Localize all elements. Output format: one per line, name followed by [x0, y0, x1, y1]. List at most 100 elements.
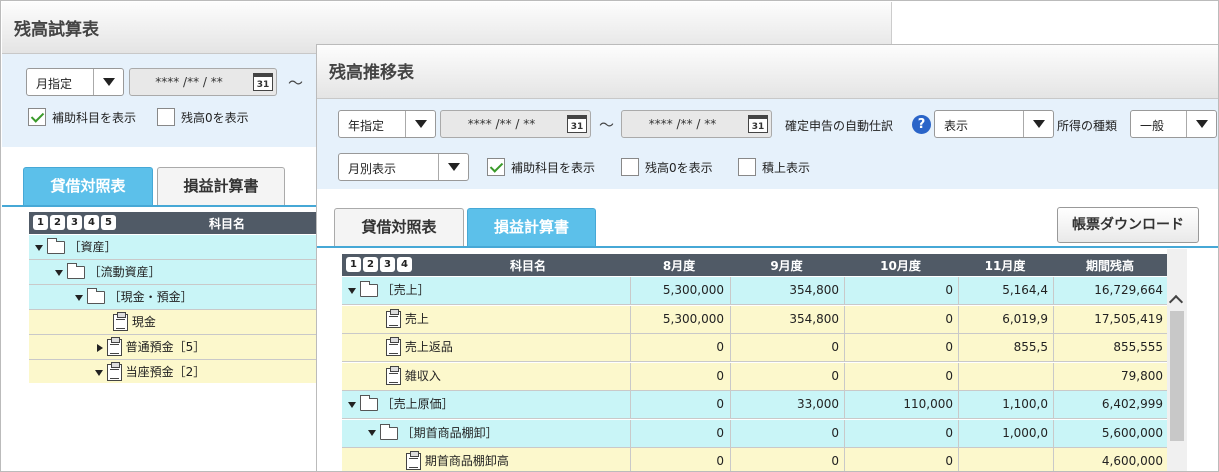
table-row[interactable]: 雑収入 0 0 0 79,800: [342, 362, 1167, 391]
folder-icon: [86, 288, 105, 304]
tree-row[interactable]: ［資産］: [29, 235, 319, 260]
calendar-icon[interactable]: 31: [253, 73, 273, 91]
show-cumulative-checkbox[interactable]: 積上表示: [738, 158, 810, 176]
row-value: 0: [630, 448, 728, 471]
folder-icon: [46, 238, 65, 254]
level-3-button[interactable]: 3: [380, 257, 395, 272]
collapse-icon[interactable]: [95, 369, 103, 376]
date-from-input[interactable]: **** /** / ** 31: [440, 110, 591, 138]
vertical-scrollbar[interactable]: [1167, 249, 1187, 471]
row-label: 期首商品棚卸高: [424, 454, 509, 468]
row-value: 0: [730, 362, 843, 390]
row-value: 5,300,000: [630, 277, 728, 304]
row-value: 5,164,4: [958, 277, 1052, 304]
level-2-button[interactable]: 2: [50, 215, 65, 230]
row-label: 売上返品: [404, 340, 453, 354]
show-cumulative-label: 積上表示: [762, 160, 811, 175]
folder-icon: [379, 423, 398, 440]
calendar-icon[interactable]: 31: [567, 115, 587, 133]
period-type-select[interactable]: 月指定: [26, 68, 124, 96]
date-to-value: **** /** / **: [648, 117, 717, 131]
row-value: 0: [730, 334, 843, 361]
ledger-icon: [386, 365, 401, 385]
ledger-icon: [113, 312, 128, 331]
income-type-select[interactable]: 一般: [1130, 110, 1217, 138]
ledger-icon: [386, 337, 401, 356]
collapse-icon[interactable]: [348, 401, 356, 408]
tree-row[interactable]: 当座預金［2］: [29, 360, 319, 383]
level-4-button[interactable]: 4: [84, 215, 99, 230]
calendar-icon[interactable]: 31: [748, 115, 768, 133]
level-3-button[interactable]: 3: [67, 215, 82, 230]
chevron-down-icon: [93, 69, 123, 95]
row-value: 0: [844, 334, 957, 361]
tab-balance-sheet[interactable]: 貸借対照表: [334, 208, 464, 246]
checkbox-unchecked-icon[interactable]: [738, 158, 756, 176]
auto-entry-label: 確定申告の自動仕訳: [785, 119, 894, 133]
show-sub-accounts-checkbox[interactable]: 補助科目を表示: [28, 108, 136, 126]
row-value: 110,000: [844, 391, 957, 418]
level-1-button[interactable]: 1: [346, 257, 361, 272]
collapse-icon[interactable]: [368, 430, 376, 436]
level-2-button[interactable]: 2: [363, 257, 378, 272]
row-value: 0: [630, 391, 728, 418]
table-row[interactable]: 売上 5,300,000 354,800 0 6,019,9 17,505,419: [342, 305, 1167, 334]
tree-row[interactable]: ［流動資産］: [29, 260, 319, 285]
tree-row[interactable]: 現金: [29, 310, 319, 335]
show-sub-accounts-checkbox[interactable]: 補助科目を表示: [487, 158, 595, 176]
row-value: 1,000,0: [958, 419, 1052, 447]
scroll-thumb[interactable]: [1170, 311, 1184, 441]
tree-row[interactable]: ［現金・預金］: [29, 285, 319, 310]
tab-income-statement[interactable]: 損益計算書: [157, 167, 285, 205]
row-value: 5,600,000: [1053, 419, 1167, 447]
tab-income-statement[interactable]: 損益計算書: [467, 208, 596, 246]
table-header: 1 2 3 4 科目名 8月度 9月度 10月度 11月度 期間残高: [342, 254, 1167, 276]
table-row[interactable]: 売上返品 0 0 0 855,5 855,555: [342, 334, 1167, 362]
ledger-icon: [386, 308, 401, 328]
level-4-button[interactable]: 4: [397, 257, 412, 272]
checkbox-unchecked-icon[interactable]: [621, 158, 639, 176]
collapse-icon[interactable]: [348, 287, 356, 294]
row-value: 855,5: [958, 334, 1052, 361]
row-label: ［売上原価］: [381, 397, 454, 411]
tab-balance-sheet[interactable]: 貸借対照表: [23, 167, 153, 205]
checkbox-checked-icon[interactable]: [487, 158, 505, 176]
show-zero-balance-label: 残高0を表示: [645, 160, 713, 175]
row-value: 0: [844, 277, 957, 304]
checkbox-checked-icon[interactable]: [28, 108, 46, 126]
auto-entry-select[interactable]: 表示: [934, 110, 1054, 138]
row-label: ［売上］: [381, 283, 430, 297]
download-report-button[interactable]: 帳票ダウンロード: [1057, 207, 1199, 243]
show-zero-balance-checkbox[interactable]: 残高0を表示: [157, 108, 249, 126]
collapse-icon[interactable]: [35, 244, 43, 251]
table-row[interactable]: ［売上原価］ 0 33,000 110,000 1,100,0 6,402,999: [342, 391, 1167, 419]
show-zero-balance-checkbox[interactable]: 残高0を表示: [621, 158, 713, 176]
table-row[interactable]: 期首商品棚卸高 0 0 0 4,600,000: [342, 448, 1167, 471]
row-label: 雑収入: [404, 368, 441, 383]
scroll-up-icon[interactable]: [1168, 294, 1184, 310]
table-row[interactable]: ［期首商品棚卸］ 0 0 0 1,000,0 5,600,000: [342, 419, 1167, 448]
collapse-icon[interactable]: [55, 269, 63, 276]
column-month-9: 9月度: [770, 259, 803, 273]
column-month-8: 8月度: [662, 259, 696, 273]
tab-underline: [317, 246, 1218, 248]
tree-row[interactable]: 普通預金［5］: [29, 335, 319, 360]
display-mode-select[interactable]: 月別表示: [338, 153, 469, 181]
app-window: 残高試算表 月指定 **** /** / ** 31 ～ 補助科目を表示 残高0…: [0, 0, 1219, 472]
help-icon[interactable]: ?: [912, 115, 931, 134]
date-from-input[interactable]: **** /** / ** 31: [129, 68, 277, 96]
date-to-input[interactable]: **** /** / ** 31: [621, 110, 772, 138]
ledger-icon: [106, 362, 122, 381]
collapse-icon[interactable]: [75, 294, 83, 301]
level-1-button[interactable]: 1: [33, 215, 48, 230]
income-type-value: 一般: [1140, 119, 1165, 133]
period-type-select[interactable]: 年指定: [338, 110, 436, 138]
checkbox-unchecked-icon[interactable]: [157, 108, 175, 126]
level-5-button[interactable]: 5: [101, 215, 116, 230]
table-row[interactable]: ［売上］ 5,300,000 354,800 0 5,164,4 16,729,664: [342, 277, 1167, 305]
row-value: 0: [844, 419, 957, 447]
level-buttons: 1 2 3 4 5: [33, 215, 116, 230]
filter-panel: 年指定 **** /** / ** 31 ～ **** /** / ** 31 …: [317, 99, 1218, 189]
date-from-value: **** /** / **: [467, 117, 536, 131]
expand-icon[interactable]: [97, 343, 103, 352]
